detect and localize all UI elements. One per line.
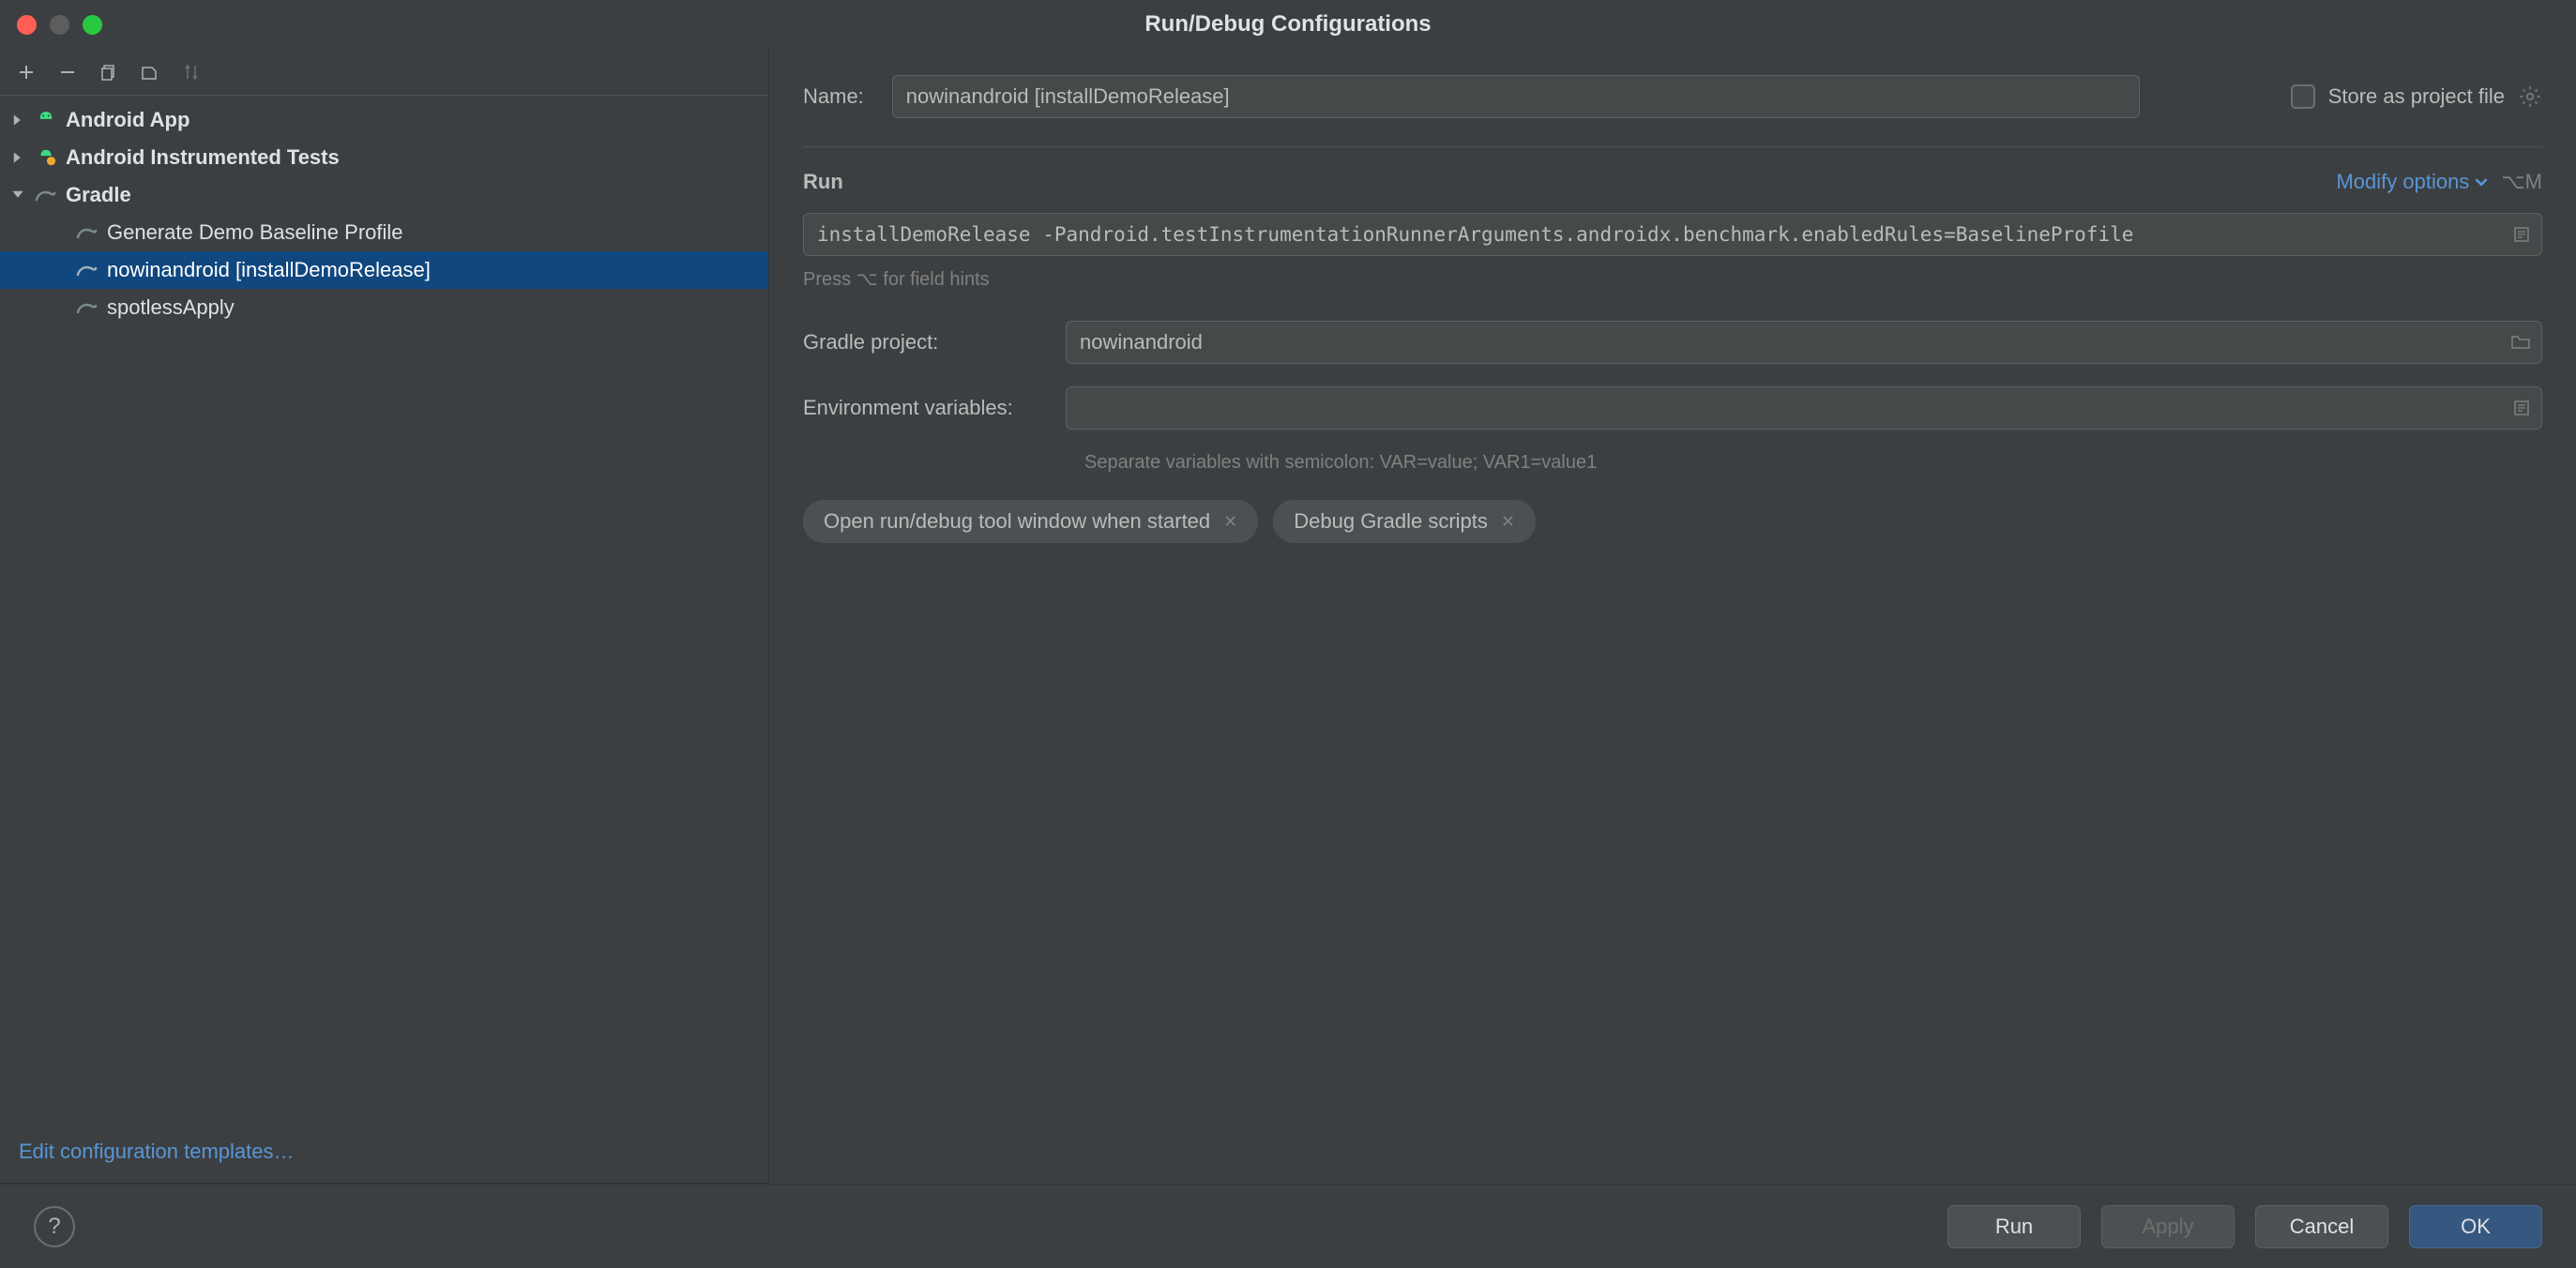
run-button[interactable]: Run: [1947, 1205, 2081, 1248]
tree-item-baseline[interactable]: Generate Demo Baseline Profile: [0, 214, 768, 251]
config-sidebar: Android App Android Instrumented Tests: [0, 49, 769, 1184]
android-icon: [34, 108, 58, 132]
chevron-right-icon: [9, 149, 26, 166]
env-vars-label: Environment variables:: [803, 396, 1066, 420]
cancel-button[interactable]: Cancel: [2255, 1205, 2388, 1248]
gear-icon[interactable]: [2518, 84, 2542, 109]
android-test-icon: [34, 145, 58, 170]
run-section-title: Run: [803, 170, 843, 194]
move-config-button: [178, 59, 205, 85]
gradle-icon: [75, 258, 99, 282]
store-checkbox[interactable]: [2291, 84, 2315, 109]
sidebar-toolbar: [0, 49, 768, 96]
folder-picker-icon[interactable]: [2510, 334, 2531, 351]
titlebar: Run/Debug Configurations: [0, 0, 2576, 49]
tree-group-label: Gradle: [66, 183, 131, 207]
close-icon[interactable]: ✕: [1501, 512, 1515, 532]
expand-field-icon[interactable]: [2512, 225, 2531, 244]
help-button[interactable]: ?: [34, 1206, 75, 1247]
dialog-footer: ? Run Apply Cancel OK: [0, 1184, 2576, 1268]
save-config-button[interactable]: [137, 59, 163, 85]
expand-field-icon[interactable]: [2512, 399, 2531, 417]
field-hints-text: Press ⌥ for field hints: [803, 267, 2542, 291]
add-config-button[interactable]: [13, 59, 39, 85]
tasks-input[interactable]: [803, 213, 2542, 256]
tree-item-label: spotlessApply: [107, 295, 235, 320]
tree-group-label: Android App: [66, 108, 189, 132]
gradle-icon: [34, 183, 58, 207]
minimize-window-icon: [50, 15, 69, 35]
zoom-window-icon[interactable]: [83, 15, 102, 35]
gradle-project-input[interactable]: [1066, 321, 2542, 364]
tree-group-android-app[interactable]: Android App: [0, 101, 768, 139]
tree-item-label: Generate Demo Baseline Profile: [107, 220, 403, 245]
tree-item-install-demo[interactable]: nowinandroid [installDemoRelease]: [0, 251, 768, 289]
chip-label: Open run/debug tool window when started: [824, 509, 1210, 534]
close-window-icon[interactable]: [17, 15, 37, 35]
modify-options-link[interactable]: Modify options: [2336, 170, 2488, 194]
gradle-icon: [75, 295, 99, 320]
chip-open-tool-window[interactable]: Open run/debug tool window when started …: [803, 500, 1258, 543]
config-tree[interactable]: Android App Android Instrumented Tests: [0, 96, 768, 1121]
modify-shortcut: ⌥M: [2501, 170, 2542, 194]
config-form: Name: Store as project file Run: [769, 49, 2576, 1184]
close-icon[interactable]: ✕: [1223, 512, 1237, 532]
remove-config-button[interactable]: [54, 59, 81, 85]
chevron-down-icon: [9, 187, 26, 204]
copy-config-button[interactable]: [96, 59, 122, 85]
tree-group-gradle[interactable]: Gradle: [0, 176, 768, 214]
gradle-project-label: Gradle project:: [803, 330, 1066, 355]
ok-button[interactable]: OK: [2409, 1205, 2542, 1248]
gradle-icon: [75, 220, 99, 245]
name-input[interactable]: [892, 75, 2140, 118]
tree-group-android-tests[interactable]: Android Instrumented Tests: [0, 139, 768, 176]
tree-item-label: nowinandroid [installDemoRelease]: [107, 258, 431, 282]
chip-debug-gradle[interactable]: Debug Gradle scripts ✕: [1273, 500, 1536, 543]
chip-label: Debug Gradle scripts: [1294, 509, 1488, 534]
window-title: Run/Debug Configurations: [0, 11, 2576, 38]
name-label: Name:: [803, 84, 864, 109]
store-label: Store as project file: [2328, 84, 2505, 109]
chevron-right-icon: [9, 112, 26, 128]
dialog-window: Run/Debug Configurations: [0, 0, 2576, 1268]
tree-group-label: Android Instrumented Tests: [66, 145, 340, 170]
env-hint-text: Separate variables with semicolon: VAR=v…: [1066, 452, 2542, 474]
divider: [803, 146, 2542, 147]
option-chips: Open run/debug tool window when started …: [803, 500, 2542, 543]
edit-templates-link[interactable]: Edit configuration templates…: [0, 1121, 768, 1184]
traffic-lights: [0, 15, 102, 35]
tree-item-spotless[interactable]: spotlessApply: [0, 289, 768, 326]
env-vars-input[interactable]: [1066, 386, 2542, 430]
apply-button: Apply: [2101, 1205, 2235, 1248]
